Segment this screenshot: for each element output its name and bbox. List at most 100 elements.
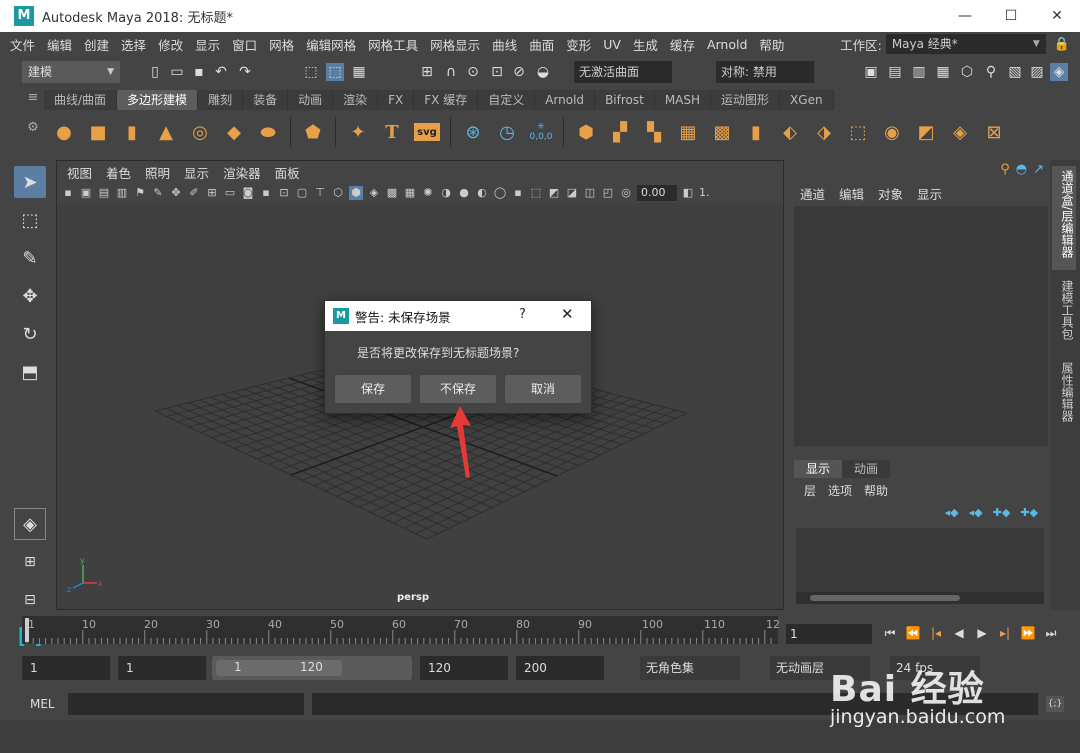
poly-plane-icon[interactable]: ◆ (222, 120, 246, 144)
shelf-tab-bifrost[interactable]: Bifrost (595, 90, 655, 110)
lock-icon[interactable]: 🔒 (1054, 37, 1070, 52)
channelbox-menu-channels[interactable]: 通道 (800, 184, 825, 203)
channelbox-menu-object[interactable]: 对象 (878, 184, 903, 203)
save-scene-icon[interactable]: ▪ (190, 63, 208, 81)
extract-icon[interactable]: ▚ (642, 120, 666, 144)
move-tool-icon[interactable]: ✥ (14, 280, 46, 312)
float-panel-icon[interactable]: ↗ (1033, 162, 1044, 177)
exposure-field[interactable]: 0.00 (637, 185, 677, 201)
layer-scrollbar-thumb[interactable] (810, 595, 960, 601)
live-surface-field[interactable]: 无激活曲面 (574, 61, 672, 83)
channelbox-menu-show[interactable]: 显示 (917, 184, 942, 203)
channel-box-toggle-icon[interactable]: ◈ (1050, 63, 1068, 81)
snap-grid-icon[interactable]: ⊞ (418, 63, 436, 81)
shelf-tab-xgen[interactable]: XGen (780, 90, 834, 110)
menu-edit[interactable]: 编辑 (47, 35, 72, 54)
move-layer-up-icon[interactable]: ◂◆ (945, 506, 959, 519)
separate-icon[interactable]: ▞ (608, 120, 632, 144)
render-view-icon[interactable]: ▣ (862, 63, 880, 81)
channelbox-menu-edit[interactable]: 编辑 (839, 184, 864, 203)
menu-curves[interactable]: 曲线 (492, 35, 517, 54)
menu-windows[interactable]: 窗口 (232, 35, 257, 54)
open-scene-icon[interactable]: ▭ (168, 63, 186, 81)
viewport-menu-shading[interactable]: 着色 (106, 163, 131, 182)
side-tab-attribute-editor[interactable]: 属性编辑器 (1052, 358, 1076, 428)
character-icon[interactable]: ⚲ (982, 63, 1000, 81)
viewport-menu-view[interactable]: 视图 (67, 163, 92, 182)
isolate-select-icon[interactable]: ⬚ (529, 186, 543, 200)
unfold-icon[interactable]: ⊠ (982, 120, 1006, 144)
layer-scrollbar[interactable] (796, 592, 1044, 604)
play-forward-icon[interactable]: ▶ (972, 624, 992, 642)
two-view-layout-icon[interactable]: ⊟ (14, 584, 46, 616)
playback-start-field[interactable]: 1 (118, 656, 206, 680)
menu-edit-mesh[interactable]: 编辑网格 (306, 35, 356, 54)
pencil-icon[interactable]: ✐ (187, 186, 201, 200)
poly-cylinder-icon[interactable]: ▮ (120, 120, 144, 144)
render-settings-icon[interactable]: ▦ (934, 63, 952, 81)
lights-icon[interactable]: ✺ (421, 186, 435, 200)
script-language-label[interactable]: MEL (30, 697, 55, 711)
poly-cone-icon[interactable]: ▲ (154, 120, 178, 144)
grid-toggle-icon[interactable]: ⊞ (205, 186, 219, 200)
platonic-solid-icon[interactable]: ⬟ (301, 120, 325, 144)
shelf-tab-sculpt[interactable]: 雕刻 (198, 90, 244, 110)
xray-components-icon[interactable]: ◫ (583, 186, 597, 200)
menu-deform[interactable]: 变形 (566, 35, 591, 54)
center-pivot-icon[interactable]: ✳ 0,0,0 (529, 120, 553, 144)
symmetry-field[interactable]: 对称: 禁用 (716, 61, 814, 83)
menu-mesh-tools[interactable]: 网格工具 (368, 35, 418, 54)
select-component-icon[interactable]: ▦ (350, 63, 368, 81)
grease-pencil-icon[interactable]: ✎ (151, 186, 165, 200)
redo-icon[interactable]: ↷ (236, 63, 254, 81)
tool-settings-icon[interactable]: ▨ (1028, 63, 1046, 81)
wireframe-icon[interactable]: ⬡ (331, 186, 345, 200)
menu-generate[interactable]: 生成 (633, 35, 658, 54)
wireframe-on-shaded-icon[interactable]: ◈ (367, 186, 381, 200)
layer-tab-display[interactable]: 显示 (794, 460, 843, 478)
film-gate-icon[interactable]: ▭ (223, 186, 237, 200)
range-slider[interactable]: 1 120 (212, 656, 412, 680)
channel-box-toggle-icon[interactable]: ⚲ (1000, 162, 1010, 177)
viewport-menu-panels[interactable]: 面板 (275, 163, 300, 182)
attribute-editor-icon[interactable]: ▧ (1006, 63, 1024, 81)
minimize-button[interactable]: — (942, 0, 988, 32)
fill-hole-icon[interactable]: ◩ (914, 120, 938, 144)
go-to-end-icon[interactable]: ⏭ (1041, 624, 1061, 642)
poly-disc-icon[interactable]: ⬬ (256, 120, 280, 144)
layer-menu-options[interactable]: 选项 (828, 482, 852, 499)
bookmark-icon[interactable]: ▤ (97, 186, 111, 200)
xray-joints-icon[interactable]: ◪ (565, 186, 579, 200)
smooth-icon[interactable]: ▩ (710, 120, 734, 144)
super-shape-icon[interactable]: ✦ (346, 120, 370, 144)
safe-action-icon[interactable]: ▢ (295, 186, 309, 200)
step-forward-frame-icon[interactable]: ▸| (995, 624, 1015, 642)
menu-surfaces[interactable]: 曲面 (529, 35, 554, 54)
save-button[interactable]: 保存 (335, 375, 411, 403)
extrude-icon[interactable]: ⬗ (812, 120, 836, 144)
close-window-button[interactable]: ✕ (1034, 0, 1080, 32)
viewport-menu-renderer[interactable]: 渲染器 (223, 163, 261, 182)
gamma-field[interactable]: 1. (699, 186, 710, 200)
poly-sphere-icon[interactable]: ● (52, 120, 76, 144)
lasso-tool-icon[interactable]: ⬚ (14, 204, 46, 236)
playback-end-field[interactable]: 120 (420, 656, 508, 680)
animation-start-field[interactable]: 1 (22, 656, 110, 680)
textured-icon[interactable]: ▩ (385, 186, 399, 200)
antialias-icon[interactable]: ◯ (493, 186, 507, 200)
select-tool-icon[interactable]: ➤ (14, 166, 46, 198)
dialog-help-button[interactable]: ? (519, 307, 526, 322)
maximize-button[interactable]: ☐ (988, 0, 1034, 32)
select-object-icon[interactable]: ⬚ (326, 63, 344, 81)
side-tab-channel-box[interactable]: 通道盒/层编辑器 (1052, 166, 1076, 270)
menu-arnold[interactable]: Arnold (707, 37, 747, 52)
current-frame-field[interactable]: 1 (786, 624, 872, 644)
shelf-tab-poly[interactable]: 多边形建模 (117, 90, 199, 110)
play-backward-icon[interactable]: ◀ (949, 624, 969, 642)
move-layer-down-icon[interactable]: ◂◆ (969, 506, 983, 519)
paint-select-tool-icon[interactable]: ✎ (14, 242, 46, 274)
layer-tab-anim[interactable]: 动画 (842, 460, 891, 478)
viewport-menu-lighting[interactable]: 照明 (145, 163, 170, 182)
menu-display[interactable]: 显示 (195, 35, 220, 54)
snap-curve-icon[interactable]: ∩ (442, 63, 460, 81)
